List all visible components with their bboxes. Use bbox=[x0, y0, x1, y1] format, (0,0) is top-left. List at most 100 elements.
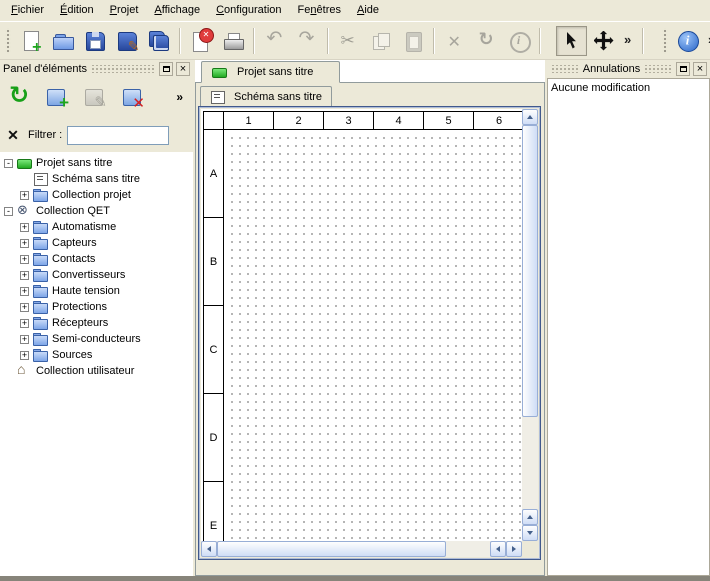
tree-expander[interactable]: + bbox=[20, 335, 29, 344]
tree-item-collection-projet[interactable]: +Collection projet bbox=[0, 187, 193, 203]
menu-configuration[interactable]: Configuration bbox=[208, 0, 289, 21]
menu-fenetres[interactable]: Fenêtres bbox=[290, 0, 349, 21]
menu-affichage[interactable]: Affichage bbox=[146, 0, 208, 21]
folder-icon bbox=[33, 301, 48, 313]
undo-list-item[interactable]: Aucune modification bbox=[551, 81, 706, 97]
tree-item-semi-conducteurs[interactable]: +Semi-conducteurs bbox=[0, 331, 193, 347]
chevron-icon bbox=[621, 30, 636, 52]
menu-aide[interactable]: Aide bbox=[349, 0, 387, 21]
float-icon bbox=[680, 66, 687, 72]
tree-item-label: Sources bbox=[52, 349, 92, 361]
new-project-button[interactable] bbox=[15, 26, 46, 56]
toolbar-handle[interactable] bbox=[662, 28, 668, 54]
clear-filter-button[interactable]: ✕ bbox=[3, 125, 23, 145]
scroll-left-button[interactable] bbox=[201, 541, 217, 557]
tree-expander[interactable]: + bbox=[20, 239, 29, 248]
horizontal-scroll-track[interactable] bbox=[217, 541, 490, 557]
tree-item-label: Schéma sans titre bbox=[52, 173, 140, 185]
scroll-up-button[interactable] bbox=[522, 109, 538, 125]
save-button[interactable] bbox=[79, 26, 110, 56]
tree-item-automatisme[interactable]: +Automatisme bbox=[0, 219, 193, 235]
tree-expander[interactable]: + bbox=[20, 191, 29, 200]
dock-grip[interactable] bbox=[550, 65, 580, 73]
tree-item-schema-sans-titre[interactable]: Schéma sans titre bbox=[0, 171, 193, 187]
toolbar-overflow-1-button[interactable] bbox=[620, 26, 637, 56]
tree-item-capteurs[interactable]: +Capteurs bbox=[0, 235, 193, 251]
scroll-up-button-2[interactable] bbox=[522, 509, 538, 525]
new-element-button[interactable] bbox=[42, 82, 72, 112]
filter-input[interactable] bbox=[67, 126, 169, 145]
scroll-down-button[interactable] bbox=[522, 525, 538, 541]
tree-item-protections[interactable]: +Protections bbox=[0, 299, 193, 315]
tree-expander[interactable]: + bbox=[20, 303, 29, 312]
tree-expander[interactable]: + bbox=[20, 287, 29, 296]
elements-panel-dock: Panel d'éléments × » ✕ Filtrer : -Projet… bbox=[0, 60, 193, 576]
redo-button[interactable] bbox=[291, 26, 322, 56]
tree-item-label: Haute tension bbox=[52, 285, 120, 297]
tree-expander[interactable]: - bbox=[4, 207, 13, 216]
selection-properties-button[interactable] bbox=[503, 26, 534, 56]
float-dock-button[interactable] bbox=[159, 62, 173, 76]
tree-expander[interactable]: - bbox=[4, 159, 13, 168]
toolbar-overflow-2-button[interactable] bbox=[704, 26, 710, 56]
reload-collections-button[interactable] bbox=[4, 82, 34, 112]
diagram-canvas[interactable]: 123456 ABCDE bbox=[201, 109, 522, 541]
diagram-grid[interactable] bbox=[225, 131, 522, 541]
undo-button[interactable] bbox=[259, 26, 290, 56]
tab-projet-sans-titre[interactable]: Projet sans titre bbox=[201, 61, 340, 83]
toolbar-handle[interactable] bbox=[5, 28, 11, 54]
tree-item-haute-tension[interactable]: + Haute tension bbox=[0, 283, 193, 299]
close-dock-button[interactable]: × bbox=[176, 62, 190, 76]
menu-projet[interactable]: Projet bbox=[102, 0, 147, 21]
pan-mode-button[interactable] bbox=[588, 26, 619, 56]
delete-selection-button[interactable] bbox=[439, 26, 470, 56]
save-all-button[interactable] bbox=[143, 26, 174, 56]
rotate-selection-button[interactable] bbox=[471, 26, 502, 56]
tree-expander[interactable]: + bbox=[20, 271, 29, 280]
undo-panel-title: Annulations bbox=[583, 63, 641, 75]
print-button[interactable] bbox=[217, 26, 248, 56]
tree-item-sources[interactable]: + Sources bbox=[0, 347, 193, 363]
copy-button[interactable] bbox=[365, 26, 396, 56]
tree-expander[interactable]: + bbox=[20, 255, 29, 264]
vertical-scrollbar[interactable] bbox=[522, 109, 538, 541]
diagram-view: 123456 ABCDE bbox=[198, 106, 541, 560]
horizontal-scrollbar[interactable] bbox=[201, 541, 522, 557]
tree-item-recepteurs[interactable]: +Récepteurs bbox=[0, 315, 193, 331]
tree-item-collection-utilisateur[interactable]: Collection utilisateur bbox=[0, 363, 193, 379]
tree-expander[interactable]: + bbox=[20, 319, 29, 328]
close-project-button[interactable] bbox=[185, 26, 216, 56]
edit-element-button[interactable] bbox=[80, 82, 110, 112]
tree-item-convertisseurs[interactable]: +Convertisseurs bbox=[0, 267, 193, 283]
folder-icon bbox=[33, 269, 48, 281]
tree-expander[interactable]: + bbox=[20, 223, 29, 232]
horizontal-scroll-thumb[interactable] bbox=[217, 541, 446, 557]
tree-item-contacts[interactable]: +Contacts bbox=[0, 251, 193, 267]
close-dock-button[interactable]: × bbox=[693, 62, 707, 76]
menu-edition[interactable]: Édition bbox=[52, 0, 102, 21]
float-dock-button[interactable] bbox=[676, 62, 690, 76]
dock-grip[interactable] bbox=[90, 65, 156, 73]
vertical-scroll-thumb[interactable] bbox=[522, 125, 538, 417]
panel-overflow-button[interactable]: » bbox=[172, 88, 187, 106]
tree-item-projet-sans-titre[interactable]: -Projet sans titre bbox=[0, 155, 193, 171]
folder-icon bbox=[33, 285, 48, 297]
cut-button[interactable] bbox=[333, 26, 364, 56]
arrow-down-icon bbox=[527, 531, 533, 535]
tree-expander[interactable]: + bbox=[20, 351, 29, 360]
menu-fichier[interactable]: Fichier bbox=[3, 0, 52, 21]
vertical-scroll-track[interactable] bbox=[522, 125, 538, 509]
select-mode-button[interactable] bbox=[556, 26, 587, 56]
scroll-left-button-2[interactable] bbox=[490, 541, 506, 557]
about-qet-button[interactable] bbox=[672, 26, 703, 56]
toolbar-separator bbox=[253, 28, 254, 54]
open-project-button[interactable] bbox=[47, 26, 78, 56]
tab-schema-sans-titre[interactable]: Schéma sans titre bbox=[200, 86, 332, 106]
tree-item-collection-qet[interactable]: -Collection QET bbox=[0, 203, 193, 219]
save-as-button[interactable] bbox=[111, 26, 142, 56]
delete-element-button[interactable] bbox=[118, 82, 148, 112]
paste-button[interactable] bbox=[397, 26, 428, 56]
dock-grip[interactable] bbox=[643, 65, 673, 73]
scroll-right-button[interactable] bbox=[506, 541, 522, 557]
info-blue-icon bbox=[677, 30, 699, 52]
